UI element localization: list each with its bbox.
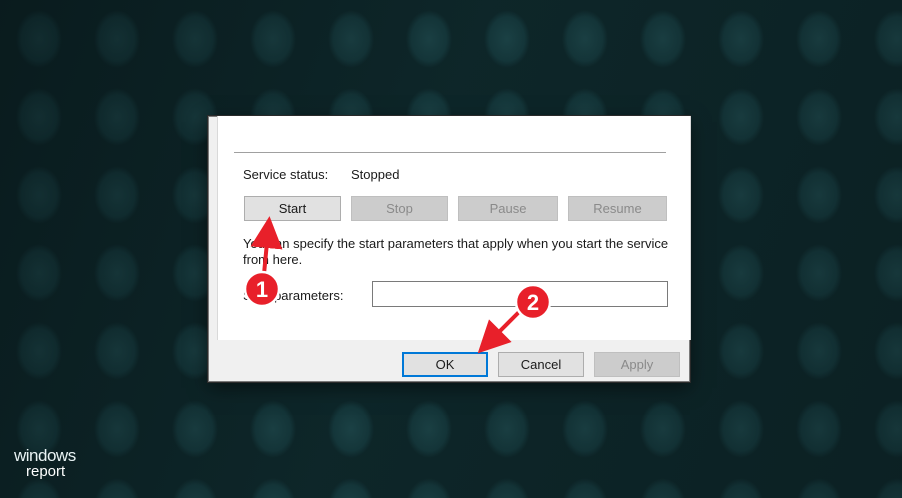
general-tab-panel: Service status: Stopped Start Stop Pause… [217,116,691,340]
pause-button[interactable]: Pause [458,196,558,221]
cancel-button[interactable]: Cancel [498,352,584,377]
apply-button[interactable]: Apply [594,352,680,377]
service-properties-dialog: Service status: Stopped Start Stop Pause… [208,116,691,382]
service-status-value: Stopped [351,167,400,182]
service-status-label: Service status: [243,167,329,182]
start-button[interactable]: Start [244,196,341,221]
start-parameters-input[interactable] [372,281,668,307]
ok-button[interactable]: OK [402,352,488,377]
resume-button[interactable]: Resume [568,196,667,221]
start-parameters-label: Start parameters: [243,288,344,303]
windows-report-logo: windows report [14,446,76,480]
section-divider [234,152,666,153]
stop-button[interactable]: Stop [351,196,448,221]
logo-line-windows: windows [14,446,76,465]
logo-line-report: report [26,463,66,480]
start-parameters-hint: You can specify the start parameters tha… [243,236,669,267]
